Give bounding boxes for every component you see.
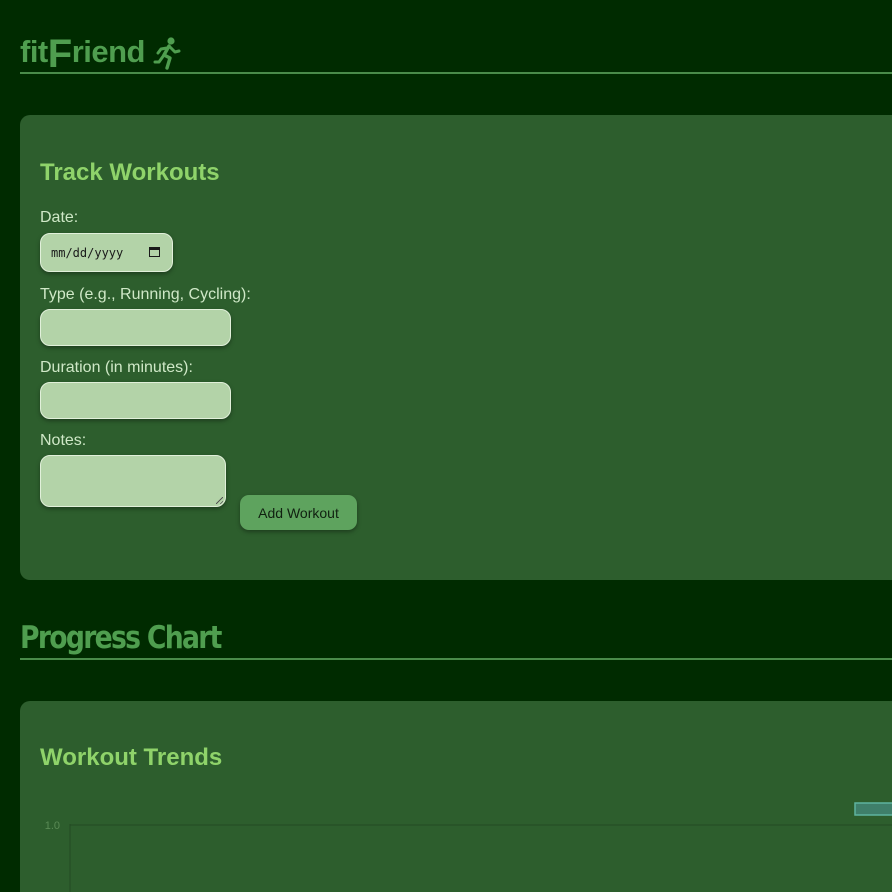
brand-logo: fit Friend <box>20 30 181 76</box>
notes-label: Notes: <box>40 432 87 449</box>
type-input[interactable] <box>40 309 231 346</box>
y-tick-label: 1.0 <box>45 820 60 832</box>
workout-trends-chart: 1.0 <box>45 802 892 892</box>
track-workouts-card: Track Workouts Date: mm/dd/yyyy Type (e.… <box>20 115 892 580</box>
date-placeholder: mm/dd/yyyy <box>51 245 124 260</box>
duration-label: Duration (in minutes): <box>40 359 193 376</box>
running-person-icon <box>153 37 181 70</box>
duration-input[interactable] <box>40 382 231 419</box>
header-divider <box>20 72 892 74</box>
calendar-icon[interactable] <box>149 247 160 257</box>
progress-divider <box>20 658 892 660</box>
date-label: Date: <box>40 209 79 226</box>
brand-text-pre: fit <box>20 34 48 69</box>
resize-grip-icon[interactable] <box>216 497 223 504</box>
app-page: fit Friend Track Workouts Date: mm/dd/yyy… <box>0 0 892 892</box>
date-input[interactable]: mm/dd/yyyy <box>40 233 173 272</box>
brand-text-big: F <box>47 32 72 76</box>
legend-swatch <box>854 802 892 816</box>
brand-text-post: riend <box>71 34 146 69</box>
notes-textarea[interactable] <box>40 455 226 507</box>
type-label: Type (e.g., Running, Cycling): <box>40 286 251 303</box>
track-workouts-title: Track Workouts <box>40 159 220 186</box>
workout-trends-card: Workout Trends 1.0 <box>20 701 892 892</box>
progress-chart-heading: Progress Chart <box>20 620 222 656</box>
add-workout-button[interactable]: Add Workout <box>240 495 357 530</box>
workout-trends-title: Workout Trends <box>40 744 223 771</box>
